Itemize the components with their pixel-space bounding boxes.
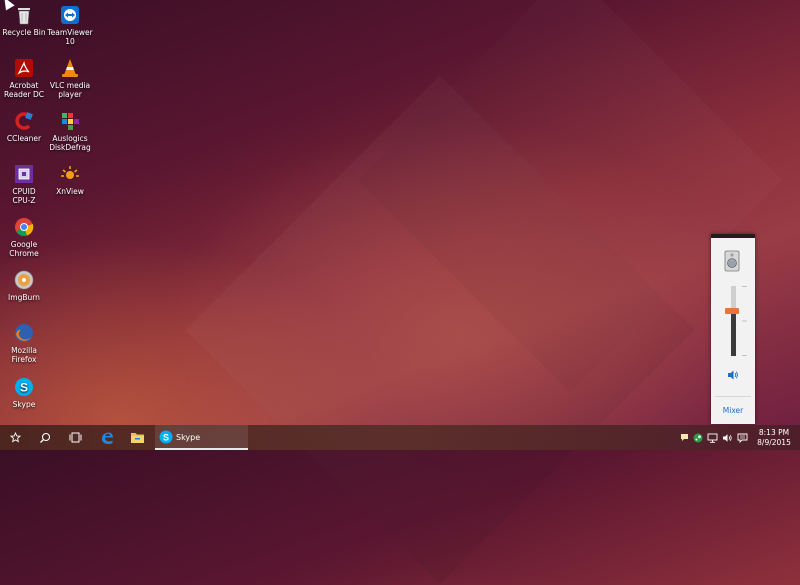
firefox-icon: [15, 324, 33, 342]
desktop-icon-skype[interactable]: S Skype: [0, 376, 48, 409]
desktop-icon-xnview[interactable]: XnView: [46, 163, 94, 196]
imgburn-icon: [14, 270, 34, 290]
volume-slider-thumb[interactable]: [725, 307, 739, 314]
desktop-icon-label: CCleaner: [6, 134, 42, 143]
start-icon: [9, 432, 21, 443]
desktop-icon-label: Recycle Bin: [2, 28, 46, 37]
start-button[interactable]: [0, 425, 30, 450]
teamviewer-icon: [61, 6, 79, 24]
task-view-button[interactable]: [60, 425, 90, 450]
skype-taskbar-icon: S: [159, 430, 173, 444]
svg-text:S: S: [163, 433, 169, 443]
desktop-icon-chrome[interactable]: Google Chrome: [0, 216, 48, 258]
file-explorer-icon: [130, 433, 144, 443]
desktop-icon-ccleaner[interactable]: CCleaner: [0, 110, 48, 143]
file-explorer-taskbar-button[interactable]: [122, 425, 152, 450]
speakers-device-icon[interactable]: [722, 250, 742, 272]
taskbar: S Skype: [0, 425, 800, 450]
volume-slider-fill: [731, 310, 736, 356]
vlc-icon: [62, 59, 78, 77]
skype-taskbar-button[interactable]: S Skype: [155, 425, 248, 450]
skype-icon: S: [15, 378, 33, 396]
desktop-icon-teamviewer[interactable]: TeamViewer 10: [46, 4, 94, 46]
system-tray: [680, 425, 748, 450]
chat-bubble-icon[interactable]: [680, 433, 689, 442]
edge-icon: [102, 432, 113, 444]
skype-taskbar-label: Skype: [176, 433, 201, 442]
desktop-icon-label-line2: CPU-Z: [12, 196, 36, 205]
desktop-icon-label: Acrobat: [9, 81, 39, 90]
volume-icon[interactable]: [722, 433, 733, 443]
search-icon: [40, 432, 51, 443]
desktop-icon-label: Google: [10, 240, 38, 249]
desktop-icon-auslogics[interactable]: Auslogics DiskDefrag: [46, 110, 94, 152]
desktop-icon-label-line2: Reader DC: [4, 90, 44, 99]
volume-flyout: Mixer: [711, 234, 755, 424]
desktop-icon-label: CPUID: [12, 187, 36, 196]
network-icon[interactable]: [707, 433, 718, 443]
desktop-icon-label: XnView: [56, 187, 84, 196]
search-button[interactable]: [30, 425, 60, 450]
speaker-icon[interactable]: [727, 369, 739, 381]
desktop-icon-label-line2: 10: [65, 37, 75, 46]
wallpaper-facet: [185, 75, 695, 585]
desktop-icon-label-line2: player: [58, 90, 82, 99]
desktop-icon-label: Mozilla: [11, 346, 37, 355]
notification-icon[interactable]: [737, 433, 748, 443]
xnview-icon: [61, 166, 79, 179]
flyout-divider: [715, 396, 751, 397]
desktop-icon-label: Skype: [12, 400, 36, 409]
clock-date: 8/9/2015: [757, 437, 791, 447]
chrome-icon: [15, 218, 34, 237]
desktop-icon-vlc[interactable]: VLC media player: [46, 57, 94, 99]
steam-icon[interactable]: [693, 433, 703, 443]
desktop-icon-label: VLC media: [49, 81, 91, 90]
taskbar-clock[interactable]: 8:13 PM 8/9/2015: [752, 428, 796, 447]
mixer-link[interactable]: Mixer: [711, 406, 755, 415]
desktop-icon-label: Auslogics: [52, 134, 88, 143]
desktop-icon-label: ImgBurn: [8, 293, 40, 302]
desktop-icon-imgburn[interactable]: ImgBurn: [0, 269, 48, 302]
volume-slider-track[interactable]: [731, 286, 736, 356]
svg-text:S: S: [20, 381, 28, 395]
cpuz-icon: [15, 165, 33, 183]
desktop-icon-label-line2: Firefox: [11, 355, 37, 364]
ccleaner-icon: [15, 112, 33, 130]
edge-taskbar-button[interactable]: [92, 425, 122, 450]
volume-slider-ticks: [742, 286, 747, 356]
desktop-icon-acrobat-reader[interactable]: Acrobat Reader DC: [0, 57, 48, 99]
auslogics-icon: [62, 113, 79, 130]
desktop-icon-label-line2: DiskDefrag: [49, 143, 91, 152]
desktop-icon-firefox[interactable]: Mozilla Firefox: [0, 322, 48, 364]
desktop-icon-cpuz[interactable]: CPUID CPU-Z: [0, 163, 48, 205]
acrobat-reader-icon: [15, 59, 33, 77]
desktop-icon-label: TeamViewer: [47, 28, 93, 37]
recycle-bin-icon: [18, 8, 30, 25]
clock-time: 8:13 PM: [758, 428, 790, 437]
desktop-icon-label-line2: Chrome: [9, 249, 39, 258]
task-view-icon: [69, 432, 81, 443]
